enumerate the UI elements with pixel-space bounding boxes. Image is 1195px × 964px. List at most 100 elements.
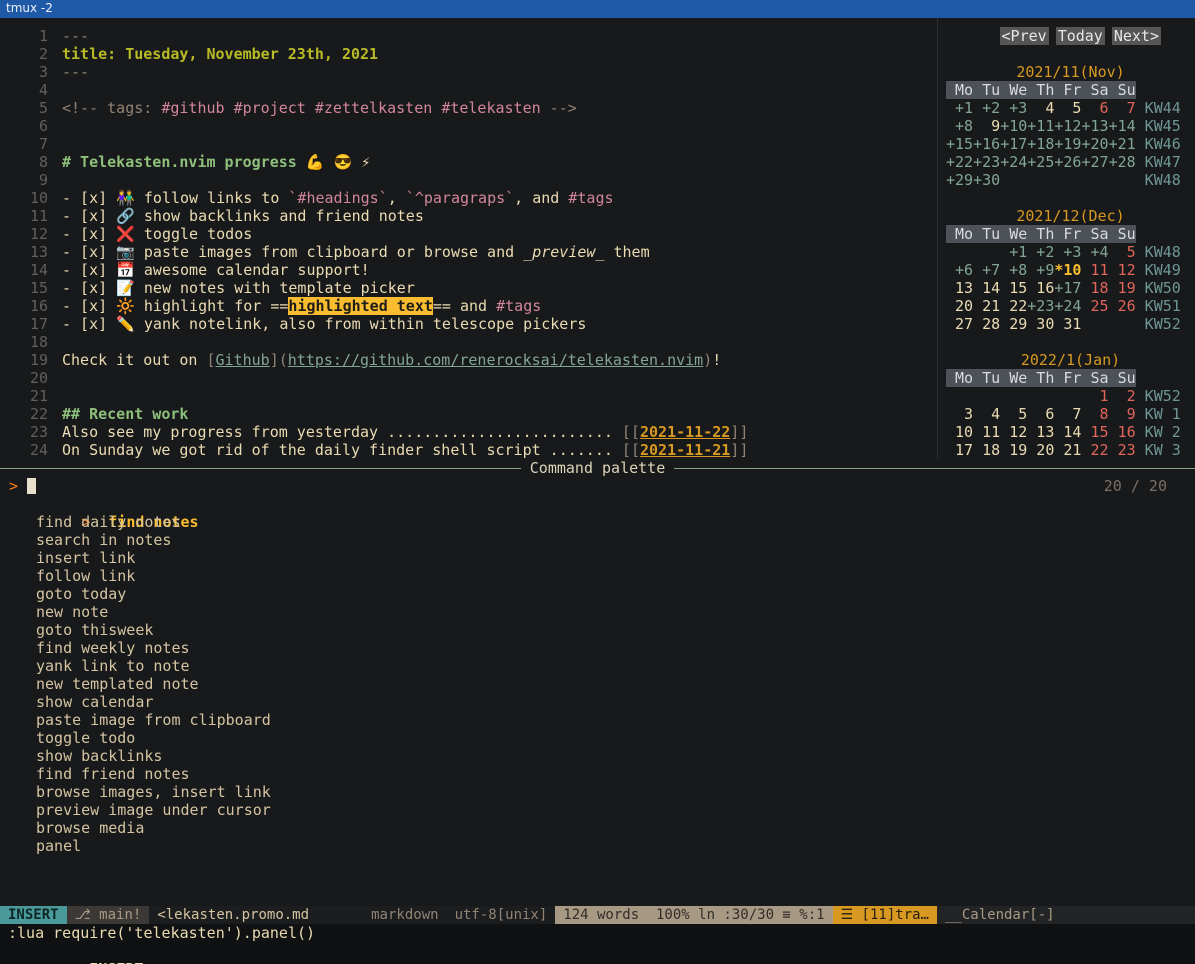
calendar-day[interactable]: 22 [1000,297,1027,315]
hyperlink[interactable]: Github [216,351,270,369]
calendar-day[interactable]: 8 [1081,405,1108,423]
calendar-day[interactable]: 28 [973,315,1000,333]
calendar-day[interactable]: +7 [973,261,1000,279]
calendar-day[interactable]: +27 [1081,153,1108,171]
calendar-day[interactable]: 17 [946,441,973,459]
palette-prompt-input[interactable]: > 20 / 20 [9,477,1195,495]
calendar-day[interactable]: +10 [1000,117,1027,135]
calendar-day[interactable]: 18 [973,441,1000,459]
palette-item[interactable]: show calendar [9,693,1195,711]
calendar-day[interactable]: 18 [1081,279,1108,297]
calendar-day[interactable]: 7 [1109,99,1136,117]
palette-item[interactable]: panel [9,837,1195,855]
calendar-day[interactable]: +29 [946,171,973,189]
calendar-day[interactable]: +28 [1109,153,1136,171]
calendar-day[interactable]: +25 [1027,153,1054,171]
calendar-day[interactable]: +24 [1000,153,1027,171]
calendar-day[interactable]: 23 [1109,441,1136,459]
calendar-day[interactable]: +1 [1000,243,1027,261]
calendar-day[interactable]: +20 [1081,135,1108,153]
palette-item[interactable]: show backlinks [9,747,1195,765]
calendar-day[interactable]: 16 [1027,279,1054,297]
calendar-day[interactable]: +17 [1054,279,1081,297]
palette-selected-item[interactable]: >find notes [9,495,1195,513]
palette-item[interactable]: browse media [9,819,1195,837]
palette-item[interactable]: paste image from clipboard [9,711,1195,729]
calendar-day[interactable]: +23 [1027,297,1054,315]
calendar-day[interactable]: 11 [1081,261,1108,279]
calendar-day[interactable]: +1 [946,99,973,117]
calendar-day[interactable]: +17 [1000,135,1027,153]
calendar-day[interactable]: 15 [1000,279,1027,297]
calendar-day[interactable]: 10 [946,423,973,441]
calendar-day[interactable]: +16 [973,135,1000,153]
calendar-day[interactable]: +3 [1054,243,1081,261]
calendar-next-button[interactable]: Next> [1112,27,1161,45]
calendar-day[interactable]: 4 [973,405,1000,423]
calendar-day[interactable]: 20 [1027,441,1054,459]
calendar-day[interactable]: +22 [946,153,973,171]
calendar-day[interactable]: 16 [1109,423,1136,441]
calendar-day[interactable]: 14 [1054,423,1081,441]
palette-item[interactable]: goto today [9,585,1195,603]
palette-item[interactable]: preview image under cursor [9,801,1195,819]
calendar-day[interactable]: +8 [946,117,973,135]
calendar-day[interactable]: +23 [973,153,1000,171]
calendar-day[interactable]: 19 [1000,441,1027,459]
calendar-day[interactable]: 19 [1109,279,1136,297]
calendar-day[interactable]: 21 [1054,441,1081,459]
calendar-day[interactable]: 5 [1109,243,1136,261]
calendar-day[interactable]: +9 [1027,261,1054,279]
calendar-day[interactable]: +2 [973,99,1000,117]
wiki-link[interactable]: 2021-11-21 [640,441,730,459]
palette-item[interactable]: browse images, insert link [9,783,1195,801]
calendar-day[interactable]: 27 [946,315,973,333]
calendar-day[interactable]: +24 [1054,297,1081,315]
calendar-day[interactable]: 5 [1000,405,1027,423]
calendar-day[interactable]: +18 [1027,135,1054,153]
calendar-day[interactable]: 15 [1081,423,1108,441]
calendar-day[interactable]: +8 [1000,261,1027,279]
palette-item[interactable]: search in notes [9,531,1195,549]
palette-item[interactable]: yank link to note [9,657,1195,675]
palette-item[interactable]: new templated note [9,675,1195,693]
calendar-day[interactable]: 11 [973,423,1000,441]
palette-item[interactable]: insert link [9,549,1195,567]
calendar-day[interactable]: 1 [1081,387,1108,405]
palette-item[interactable]: new note [9,603,1195,621]
calendar-day[interactable]: 13 [946,279,973,297]
calendar-day[interactable]: +26 [1054,153,1081,171]
calendar-today-button[interactable]: Today [1056,27,1105,45]
editor-pane[interactable]: 1---2title: Tuesday, November 23th, 2021… [0,18,937,459]
calendar-day[interactable]: +6 [946,261,973,279]
calendar-day[interactable]: +12 [1054,117,1081,135]
calendar-day[interactable]: 6 [1081,99,1108,117]
calendar-day[interactable]: 7 [1054,405,1081,423]
calendar-day[interactable]: 5 [1054,99,1081,117]
calendar-day[interactable]: 21 [973,297,1000,315]
calendar-day[interactable]: 6 [1027,405,1054,423]
calendar-day[interactable]: 30 [1027,315,1054,333]
calendar-day[interactable]: 4 [1027,99,1054,117]
calendar-day[interactable]: 3 [946,405,973,423]
calendar-day[interactable]: +3 [1000,99,1027,117]
calendar-day[interactable]: 20 [946,297,973,315]
calendar-pane[interactable]: <PrevTodayNext> 2021/11(Nov) Mo Tu We Th… [937,18,1195,459]
calendar-day[interactable]: 22 [1081,441,1108,459]
calendar-day[interactable]: 31 [1054,315,1081,333]
calendar-day[interactable]: 2 [1109,387,1136,405]
calendar-day[interactable]: +13 [1081,117,1108,135]
calendar-day[interactable]: +4 [1081,243,1108,261]
hyperlink[interactable]: https://github.com/renerocksai/telekaste… [288,351,703,369]
calendar-day[interactable]: 14 [973,279,1000,297]
calendar-prev-button[interactable]: <Prev [1000,27,1049,45]
calendar-day[interactable]: +30 [973,171,1000,189]
palette-item[interactable]: goto thisweek [9,621,1195,639]
calendar-day[interactable]: *10 [1054,261,1081,279]
calendar-day[interactable]: +11 [1027,117,1054,135]
calendar-day[interactable]: 9 [973,117,1000,135]
calendar-day[interactable]: 9 [1109,405,1136,423]
calendar-day[interactable]: 26 [1109,297,1136,315]
calendar-day[interactable]: +15 [946,135,973,153]
calendar-day[interactable]: 12 [1000,423,1027,441]
